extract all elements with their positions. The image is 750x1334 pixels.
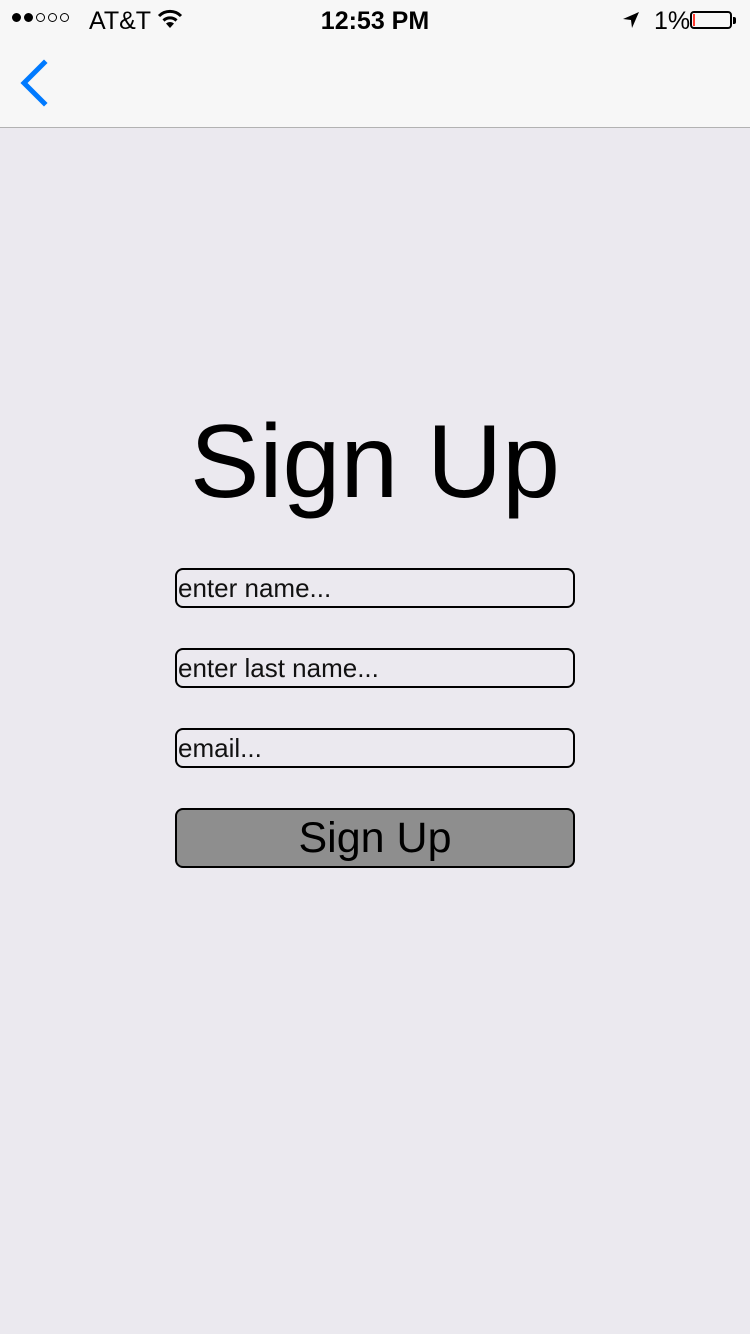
location-arrow-icon xyxy=(623,12,639,28)
battery-percent: 1% xyxy=(654,7,691,35)
sign-up-button[interactable]: Sign Up xyxy=(175,808,575,868)
navigation-bar xyxy=(0,40,750,128)
battery-cap xyxy=(733,17,736,24)
battery-icon xyxy=(690,11,732,29)
email-input[interactable] xyxy=(175,728,575,768)
chevron-left-icon xyxy=(20,59,48,107)
first-name-input[interactable] xyxy=(175,568,575,608)
page-title: Sign Up xyxy=(190,404,560,520)
status-bar: AT&T 12:53 PM 1% xyxy=(0,0,750,40)
last-name-input[interactable] xyxy=(175,648,575,688)
back-button[interactable] xyxy=(14,58,54,108)
battery-level xyxy=(693,14,695,26)
